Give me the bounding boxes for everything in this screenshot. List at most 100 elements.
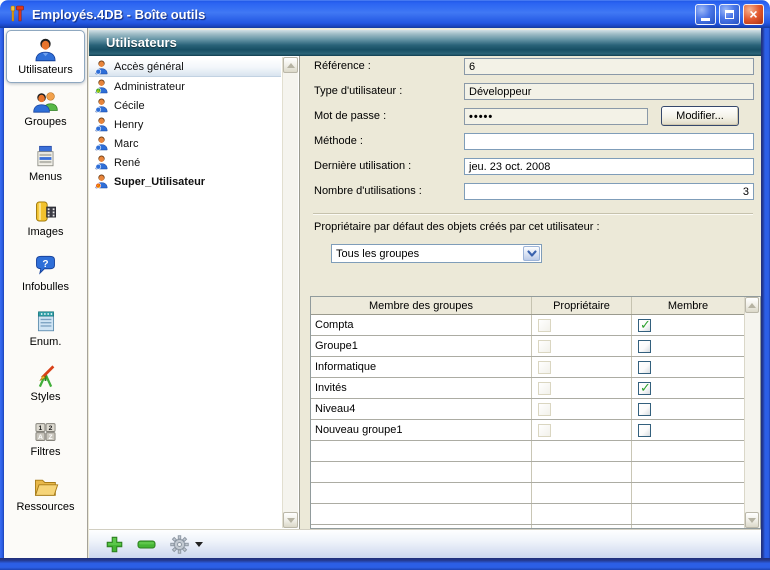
last-use-field[interactable]: jeu. 23 oct. 2008 [464,158,754,175]
titlebar[interactable]: Employés.4DB - Boîte outils × [0,0,770,28]
user-type-field[interactable]: Développeur [464,83,754,100]
chevron-down-icon [748,518,756,523]
table-row[interactable]: Nouveau groupe1 [311,420,744,441]
user-icon [95,136,108,151]
sidebar-item-styles[interactable]: Styles [4,358,87,413]
user-row-marc[interactable]: Marc [89,134,281,153]
modify-password-button[interactable]: Modifier... [661,106,739,126]
member-checkbox[interactable] [638,319,651,332]
add-user-button[interactable] [106,536,123,553]
use-count-field[interactable]: 3 [464,183,754,200]
table-row[interactable]: Niveau4 [311,399,744,420]
enum-icon [33,306,59,336]
remove-user-button[interactable] [137,540,156,549]
chevron-up-icon [748,303,756,308]
sidebar-item-enum[interactable]: Enum. [4,303,87,358]
sidebar-item-filtres[interactable]: 1 2 A Z Filtres [4,413,87,468]
scroll-down-button[interactable] [745,512,759,528]
table-row[interactable]: Informatique [311,357,744,378]
main-area: Utilisateurs Groupes [4,28,761,558]
sidebar-item-label: Images [27,226,63,238]
table-scrollbar[interactable] [744,297,760,528]
owner-checkbox[interactable] [538,361,551,374]
user-icon [95,117,108,132]
sidebar-item-ressources[interactable]: Ressources [4,468,87,523]
column-header-proprietaire[interactable]: Propriétaire [532,297,632,314]
group-name-cell: Niveau4 [311,399,532,419]
table-row[interactable]: Invités [311,378,744,399]
sidebar-item-images[interactable]: Images [4,193,87,248]
sidebar-item-infobulles[interactable]: ? Infobulles [4,248,87,303]
sidebar-item-label: Styles [31,391,61,403]
sidebar-item-utilisateurs[interactable]: Utilisateurs [6,30,85,83]
plus-icon [106,536,123,553]
use-count-label: Nombre d'utilisations : [314,185,464,197]
maximize-button[interactable] [719,4,740,25]
dropdown-button[interactable] [523,246,540,261]
scroll-up-button[interactable] [283,57,298,73]
password-field[interactable]: ••••• [464,108,648,125]
menus-icon [33,141,59,171]
scroll-up-button[interactable] [745,297,759,313]
empty-table-row [311,441,744,462]
scroll-down-button[interactable] [283,512,298,528]
window-border-right [761,28,770,558]
users-icon [32,34,59,64]
user-row-rene[interactable]: René [89,153,281,172]
close-button[interactable]: × [743,4,764,25]
user-icon [95,60,108,75]
column-header-membre-des-groupes[interactable]: Membre des groupes [311,297,532,314]
owner-checkbox[interactable] [538,340,551,353]
table-row[interactable]: Compta [311,315,744,336]
sidebar-item-groupes[interactable]: Groupes [4,83,87,138]
table-row[interactable]: Groupe1 [311,336,744,357]
svg-text:?: ? [42,259,48,270]
empty-table-row [311,483,744,504]
user-row-acces-general[interactable]: Accès général [89,58,281,77]
member-checkbox[interactable] [638,403,651,416]
tooltip-icon: ? [32,251,59,281]
method-field[interactable] [464,133,754,150]
group-name-cell: Invités [311,378,532,398]
owner-checkbox[interactable] [538,424,551,437]
sidebar-item-menus[interactable]: Menus [4,138,87,193]
member-checkbox[interactable] [638,361,651,374]
svg-text:2: 2 [49,424,53,431]
dropdown-value: Tous les groupes [332,248,522,260]
owner-checkbox[interactable] [538,319,551,332]
minus-icon [137,540,156,549]
empty-table-row [311,525,744,528]
column-header-membre[interactable]: Membre [632,297,744,314]
sidebar-item-label: Enum. [30,336,62,348]
member-checkbox[interactable] [638,340,651,353]
folder-icon [32,471,60,501]
minimize-button[interactable] [695,4,716,25]
owner-checkbox[interactable] [538,382,551,395]
chevron-up-icon [287,63,295,68]
user-row-super-utilisateur[interactable]: S Super_Utilisateur [89,172,281,191]
section-divider [313,213,753,215]
user-row-cecile[interactable]: Cécile [89,96,281,115]
user-name: Administrateur [114,81,185,93]
default-owner-dropdown[interactable]: Tous les groupes [331,244,542,263]
empty-table-row [311,504,744,525]
user-list: Accès général A Administrateur [89,56,300,529]
member-checkbox[interactable] [638,424,651,437]
reference-label: Référence : [314,60,464,72]
sidebar-item-label: Utilisateurs [18,64,72,76]
user-icon: S [95,174,108,189]
reference-field[interactable]: 6 [464,58,754,75]
user-list-scrollbar[interactable] [282,57,298,528]
owner-checkbox[interactable] [538,403,551,416]
group-name-cell: Informatique [311,357,532,377]
method-row: Méthode : [314,131,754,151]
footer-toolbar [89,529,761,558]
user-icon [95,98,108,113]
user-row-administrateur[interactable]: A Administrateur [89,77,281,96]
user-row-henry[interactable]: Henry [89,115,281,134]
actions-menu-button[interactable] [170,535,203,554]
last-use-label: Dernière utilisation : [314,160,464,172]
member-checkbox[interactable] [638,382,651,395]
user-type-label: Type d'utilisateur : [314,85,464,97]
default-owner-label: Propriétaire par défaut des objets créés… [314,221,600,233]
